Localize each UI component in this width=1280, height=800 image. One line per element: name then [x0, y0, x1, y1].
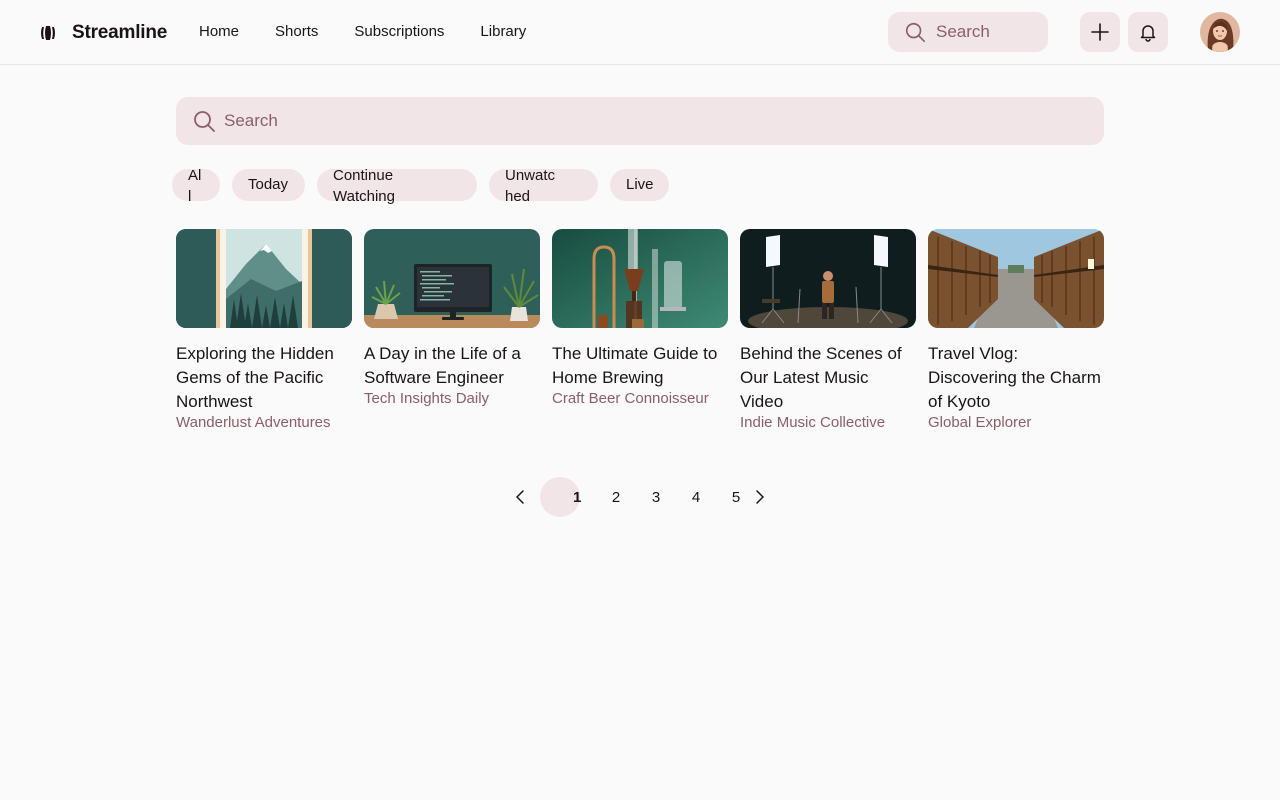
nav-item-library[interactable]: Library — [480, 22, 526, 42]
nav-item-subscriptions[interactable]: Subscriptions — [354, 22, 444, 42]
streamline-logo-icon — [41, 26, 55, 40]
video-card[interactable]: The Ultimate Guide to Home Brewing Craft… — [552, 229, 728, 409]
video-card[interactable]: A Day in the Life of a Software Engineer… — [364, 229, 540, 409]
notifications-button[interactable] — [1128, 12, 1168, 52]
page-number: 5 — [731, 488, 741, 506]
search-icon — [905, 22, 925, 42]
chevron-right-icon — [756, 490, 764, 504]
main-search-input[interactable] — [224, 111, 1024, 131]
page-number: 2 — [611, 488, 621, 506]
header-search-input[interactable] — [936, 22, 1036, 42]
pagination-prev-button[interactable] — [510, 477, 530, 517]
channel-name[interactable]: Tech Insights Daily — [364, 389, 540, 409]
chevron-left-icon — [516, 490, 524, 504]
pagination-page-4[interactable]: 4 — [676, 477, 716, 517]
nav-item-home[interactable]: Home — [199, 22, 239, 42]
video-thumbnail[interactable] — [552, 229, 728, 328]
plus-icon — [1091, 23, 1109, 41]
page-number: 1 — [573, 488, 582, 506]
page-number: 4 — [691, 488, 701, 506]
filter-chip-today[interactable]: Today — [232, 169, 305, 201]
main-search-box[interactable] — [176, 97, 1104, 145]
filter-chip-continue-watching[interactable]: Continue Watching — [317, 167, 477, 205]
video-thumbnail[interactable] — [928, 229, 1104, 328]
video-card[interactable]: Travel Vlog: Discovering the Charm of Ky… — [928, 229, 1104, 433]
channel-name[interactable]: Indie Music Collective — [740, 413, 916, 433]
channel-name[interactable]: Global Explorer — [928, 413, 1104, 433]
video-thumbnail[interactable] — [740, 229, 916, 328]
top-bar: Streamline Home Shorts Subscriptions Lib… — [0, 0, 1280, 65]
home-brewing-thumbnail — [552, 229, 728, 328]
mountain-poster-thumbnail — [176, 229, 352, 328]
filter-chip-label: Unwatched — [505, 167, 556, 205]
page-number: 3 — [651, 488, 661, 506]
nav-item-shorts[interactable]: Shorts — [275, 22, 318, 42]
pagination-next-button[interactable] — [750, 477, 770, 517]
channel-name[interactable]: Craft Beer Connoisseur — [552, 389, 728, 409]
filter-chip-unwatched[interactable]: Unwatched — [489, 167, 598, 205]
video-title[interactable]: A Day in the Life of a Software Engineer — [364, 342, 540, 390]
filter-chip-label: Today — [248, 176, 289, 193]
app-name: Streamline — [72, 22, 168, 43]
main-nav: Home Shorts Subscriptions Library — [199, 22, 562, 42]
video-thumbnail[interactable] — [364, 229, 540, 328]
video-title[interactable]: Travel Vlog: Discovering the Charm of Ky… — [928, 342, 1104, 414]
music-video-set-thumbnail — [740, 229, 916, 328]
filter-chip-label: Live — [626, 176, 654, 193]
filter-chip-label: All — [188, 167, 202, 205]
kyoto-street-thumbnail — [928, 229, 1104, 328]
video-thumbnail[interactable] — [176, 229, 352, 328]
video-title[interactable]: The Ultimate Guide to Home Brewing — [552, 342, 728, 390]
video-card[interactable]: Behind the Scenes of Our Latest Music Vi… — [740, 229, 916, 433]
video-card[interactable]: Exploring the Hidden Gems of the Pacific… — [176, 229, 352, 433]
pagination-page-2[interactable]: 2 — [596, 477, 636, 517]
filter-chip-all[interactable]: All — [172, 167, 220, 205]
avatar-image — [1200, 12, 1240, 52]
desk-computer-thumbnail — [364, 229, 540, 328]
bell-icon — [1140, 25, 1156, 42]
logo[interactable]: Streamline — [40, 22, 167, 44]
filter-chip-live[interactable]: Live — [610, 169, 669, 201]
pagination-page-3[interactable]: 3 — [636, 477, 676, 517]
search-icon — [194, 111, 215, 132]
user-avatar[interactable] — [1200, 12, 1240, 52]
video-title[interactable]: Behind the Scenes of Our Latest Music Vi… — [740, 342, 916, 414]
channel-name[interactable]: Wanderlust Adventures — [176, 413, 352, 433]
pagination-page-1[interactable]: 1 — [540, 477, 582, 517]
create-button[interactable] — [1080, 12, 1120, 52]
video-title[interactable]: Exploring the Hidden Gems of the Pacific… — [176, 342, 352, 414]
filter-chip-label: Continue Watching — [333, 167, 395, 205]
header-search-box[interactable] — [888, 12, 1048, 52]
